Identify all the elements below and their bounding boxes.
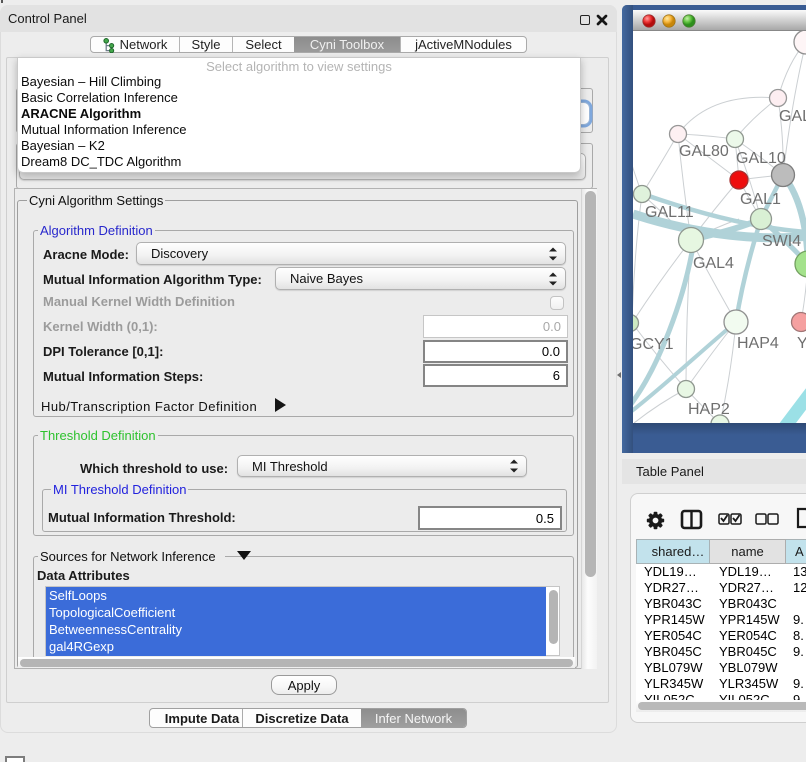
svg-text:HAP4: HAP4 [737,335,779,352]
svg-text:GCY1: GCY1 [633,336,674,353]
svg-text:GAL80: GAL80 [679,143,729,160]
svg-text:GAL11: GAL11 [645,204,694,221]
svg-text:GAL4: GAL4 [693,255,734,272]
svg-text:HAP2: HAP2 [688,401,730,418]
svg-text:GAL: GAL [779,108,806,125]
svg-text:GAL1: GAL1 [740,191,781,208]
svg-text:SWI4: SWI4 [762,233,801,250]
svg-text:Y: Y [797,335,806,352]
svg-text:GAL10: GAL10 [736,150,786,167]
